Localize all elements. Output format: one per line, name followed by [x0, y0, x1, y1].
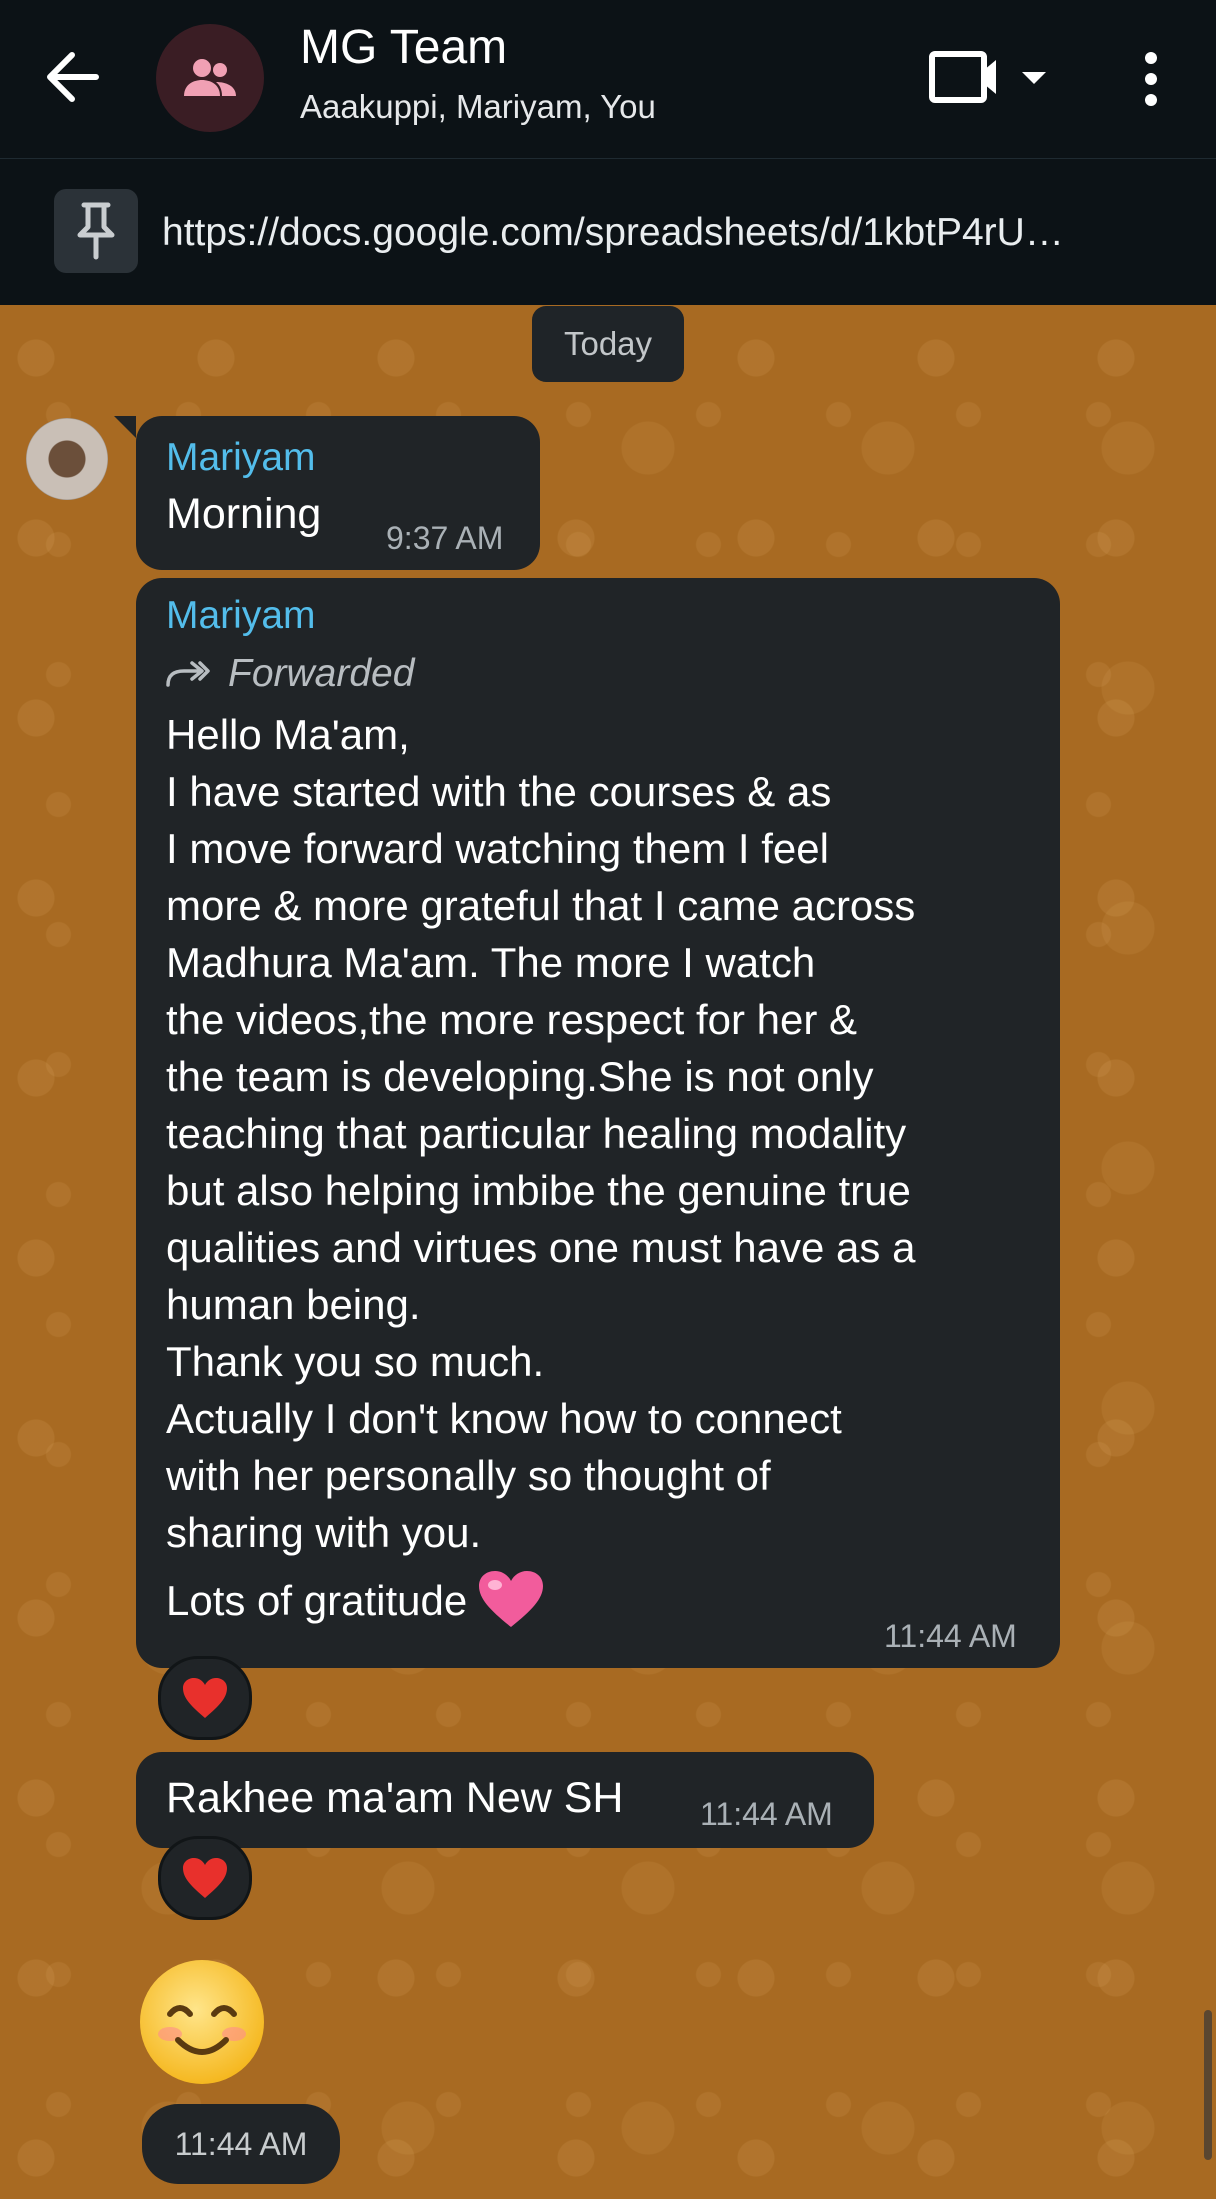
pinned-message-text[interactable]: https://docs.google.com/spreadsheets/d/1… [162, 211, 1202, 255]
message-line: the team is developing.She is not only [166, 1053, 874, 1100]
more-options-button[interactable] [1126, 44, 1176, 114]
message-line: I have started with the courses & as [166, 768, 832, 815]
chat-members[interactable]: Aaakuppi, Mariyam, You [300, 88, 656, 126]
date-separator: Today [532, 306, 684, 382]
smiling-face-icon [140, 1960, 264, 2084]
message-line: human being. [166, 1281, 421, 1328]
smiling-face-emoji[interactable] [136, 1956, 268, 2088]
message-line: teaching that particular healing modalit… [166, 1110, 907, 1157]
forwarded-text: Forwarded [228, 652, 415, 695]
chat-header: MG Team Aaakuppi, Mariyam, You [0, 0, 1216, 158]
group-avatar[interactable] [156, 24, 264, 132]
message-line: sharing with you. [166, 1509, 482, 1556]
forward-arrow-icon [166, 661, 210, 687]
message-time: 11:44 AM [884, 1618, 1017, 1654]
message-time: 9:37 AM [386, 520, 504, 556]
arrow-back-icon [47, 52, 99, 102]
message-time-chip: 11:44 AM [142, 2104, 340, 2184]
message-line: qualities and virtues one must have as a [166, 1224, 916, 1271]
more-vertical-icon [1145, 52, 1157, 106]
message-line: Madhura Ma'am. The more I watch [166, 939, 816, 986]
group-icon [184, 59, 236, 96]
message-bubble-forwarded[interactable]: Mariyam Hello Ma'am, I have started with… [136, 578, 1060, 1668]
message-line: but also helping imbibe the genuine true [166, 1167, 911, 1214]
message-line: Thank you so much. [166, 1338, 545, 1385]
message-bubble[interactable]: Mariyam Morning 9:37 AM [136, 416, 540, 570]
pin-icon [54, 189, 138, 273]
message-text: Morning [166, 490, 322, 538]
message-text: Rakhee ma'am New SH [166, 1774, 624, 1822]
video-camera-icon [929, 51, 1046, 103]
message-line: Lots of gratitude [166, 1576, 468, 1624]
video-call-button[interactable] [928, 44, 1048, 114]
message-time: 11:44 AM [700, 1796, 833, 1832]
red-heart-icon [183, 1858, 227, 1898]
pinned-message-bar[interactable]: https://docs.google.com/spreadsheets/d/1… [0, 158, 1216, 305]
forwarded-label: Forwarded [164, 652, 414, 696]
sender-name[interactable]: Mariyam [166, 594, 316, 638]
scrollbar[interactable] [1204, 2010, 1212, 2160]
message-line: the videos,the more respect for her & [166, 996, 858, 1043]
pink-heart-icon [479, 1571, 544, 1627]
reaction-badge[interactable] [158, 1836, 252, 1920]
message-line: Hello Ma'am, [166, 711, 410, 758]
message-line: Actually I don't know how to connect [166, 1395, 842, 1442]
message-text: Hello Ma'am, I have started with the cou… [166, 706, 1046, 1631]
message-bubble[interactable]: Rakhee ma'am New SH 11:44 AM [136, 1752, 874, 1848]
reaction-badge[interactable] [158, 1656, 252, 1740]
red-heart-icon [183, 1678, 227, 1718]
bubble-tail [114, 416, 136, 438]
message-line: more & more grateful that I came across [166, 882, 916, 929]
message-line: with her personally so thought of [166, 1452, 771, 1499]
chat-title[interactable]: MG Team [300, 20, 507, 75]
sender-name[interactable]: Mariyam [166, 436, 316, 480]
back-button[interactable] [38, 42, 108, 112]
sender-avatar[interactable] [26, 418, 108, 500]
message-line: I move forward watching them I feel [166, 825, 829, 872]
